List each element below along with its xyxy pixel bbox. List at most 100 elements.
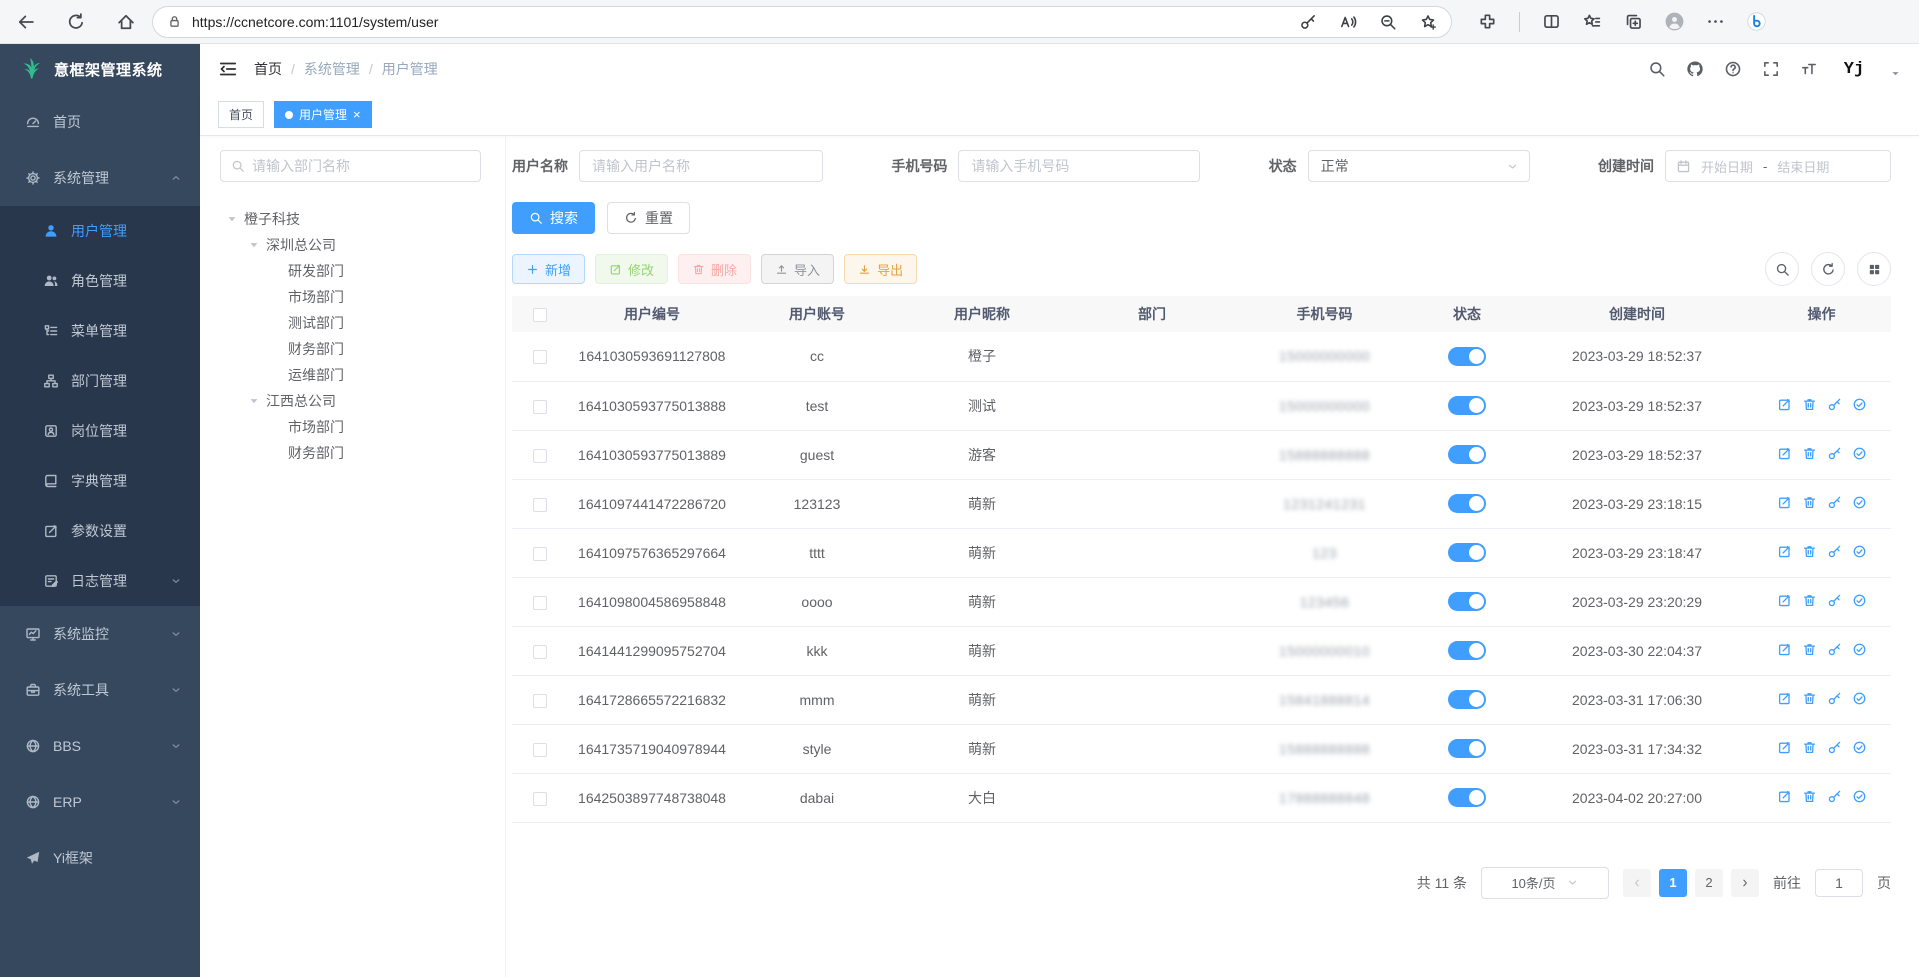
copilot-icon[interactable] <box>1747 12 1766 31</box>
search-icon[interactable] <box>1648 60 1666 78</box>
username-input[interactable] <box>579 150 823 182</box>
sidebar-item[interactable]: 用户管理 <box>0 206 200 256</box>
sidebar-item[interactable]: 日志管理 <box>0 556 200 606</box>
home-icon[interactable] <box>116 12 136 32</box>
reset-button[interactable]: 重置 <box>607 202 690 234</box>
row-checkbox[interactable] <box>533 350 547 364</box>
status-toggle[interactable] <box>1448 592 1486 611</box>
check-circle-icon[interactable] <box>1852 593 1867 608</box>
sidebar-item[interactable]: 菜单管理 <box>0 306 200 356</box>
edit-square-icon[interactable] <box>1777 544 1792 559</box>
status-toggle[interactable] <box>1448 690 1486 709</box>
date-range-picker[interactable]: 开始日期 - 结束日期 <box>1665 150 1891 182</box>
more-icon[interactable] <box>1706 12 1725 31</box>
edit-square-icon[interactable] <box>1777 691 1792 706</box>
trash-icon[interactable] <box>1802 593 1817 608</box>
grid-icon[interactable] <box>1857 252 1891 286</box>
row-checkbox[interactable] <box>533 596 547 610</box>
profile-avatar[interactable] <box>1665 12 1684 31</box>
status-toggle[interactable] <box>1448 494 1486 513</box>
trash-icon[interactable] <box>1802 691 1817 706</box>
key-icon[interactable] <box>1827 593 1842 608</box>
trash-icon[interactable] <box>1802 397 1817 412</box>
key-icon[interactable] <box>1827 642 1842 657</box>
trash-icon[interactable] <box>1802 495 1817 510</box>
row-checkbox[interactable] <box>533 645 547 659</box>
sidebar-item[interactable]: ERP <box>0 774 200 830</box>
page-size-select[interactable]: 10条/页 <box>1481 867 1609 899</box>
sidebar-item[interactable]: 系统工具 <box>0 662 200 718</box>
row-checkbox[interactable] <box>533 498 547 512</box>
zoom-out-icon[interactable] <box>1379 13 1397 31</box>
status-toggle[interactable] <box>1448 788 1486 807</box>
check-circle-icon[interactable] <box>1852 446 1867 461</box>
collections-icon[interactable] <box>1624 12 1643 31</box>
refresh-icon[interactable] <box>66 12 86 32</box>
key-icon[interactable] <box>1299 13 1317 31</box>
tree-node[interactable]: 江西总公司 <box>220 388 481 414</box>
row-checkbox[interactable] <box>533 743 547 757</box>
font-size-icon[interactable] <box>1800 60 1818 78</box>
status-toggle[interactable] <box>1448 739 1486 758</box>
edit-button[interactable]: 修改 <box>595 254 668 284</box>
row-checkbox[interactable] <box>533 694 547 708</box>
tree-node[interactable]: 财务部门 <box>220 440 481 466</box>
tab-item[interactable]: 首页 <box>218 101 264 128</box>
trash-icon[interactable] <box>1802 446 1817 461</box>
sidebar-item[interactable]: 首页 <box>0 94 200 150</box>
tree-node[interactable]: 测试部门 <box>220 310 481 336</box>
search-icon[interactable] <box>1765 252 1799 286</box>
favorites-icon[interactable] <box>1583 12 1602 31</box>
caret-down-icon[interactable] <box>248 239 260 251</box>
tree-node[interactable]: 财务部门 <box>220 336 481 362</box>
key-icon[interactable] <box>1827 691 1842 706</box>
split-screen-icon[interactable] <box>1542 12 1561 31</box>
sidebar-item[interactable]: Yi框架 <box>0 830 200 886</box>
key-icon[interactable] <box>1827 740 1842 755</box>
sidebar-item[interactable]: 系统监控 <box>0 606 200 662</box>
back-icon[interactable] <box>16 12 36 32</box>
delete-button[interactable]: 删除 <box>678 254 751 284</box>
trash-icon[interactable] <box>1802 789 1817 804</box>
tree-node[interactable]: 深圳总公司 <box>220 232 481 258</box>
fullscreen-icon[interactable] <box>1762 60 1780 78</box>
check-circle-icon[interactable] <box>1852 397 1867 412</box>
row-checkbox[interactable] <box>533 400 547 414</box>
phone-input[interactable] <box>958 150 1200 182</box>
goto-page-input[interactable] <box>1815 869 1863 897</box>
select-all-checkbox[interactable] <box>533 308 547 322</box>
sidebar-item[interactable]: 系统管理 <box>0 150 200 206</box>
sidebar-item[interactable]: 参数设置 <box>0 506 200 556</box>
status-toggle[interactable] <box>1448 396 1486 415</box>
department-search-input[interactable] <box>252 158 470 174</box>
breadcrumb-item[interactable]: 首页 <box>254 59 282 79</box>
key-icon[interactable] <box>1827 495 1842 510</box>
key-icon[interactable] <box>1827 446 1842 461</box>
status-toggle[interactable] <box>1448 641 1486 660</box>
status-toggle[interactable] <box>1448 347 1486 366</box>
caret-down-icon[interactable] <box>226 213 238 225</box>
sidebar-item[interactable]: 部门管理 <box>0 356 200 406</box>
row-checkbox[interactable] <box>533 449 547 463</box>
tree-node[interactable]: 市场部门 <box>220 414 481 440</box>
key-icon[interactable] <box>1827 544 1842 559</box>
check-circle-icon[interactable] <box>1852 544 1867 559</box>
trash-icon[interactable] <box>1802 544 1817 559</box>
edit-square-icon[interactable] <box>1777 740 1792 755</box>
sidebar-item[interactable]: 角色管理 <box>0 256 200 306</box>
sidebar-item[interactable]: BBS <box>0 718 200 774</box>
key-icon[interactable] <box>1827 397 1842 412</box>
github-icon[interactable] <box>1686 60 1704 78</box>
tree-node[interactable]: 运维部门 <box>220 362 481 388</box>
breadcrumb-item[interactable]: 系统管理 <box>304 59 360 79</box>
key-icon[interactable] <box>1827 789 1842 804</box>
question-icon[interactable] <box>1724 60 1742 78</box>
read-aloud-icon[interactable] <box>1339 13 1357 31</box>
check-circle-icon[interactable] <box>1852 691 1867 706</box>
refresh-icon[interactable] <box>1811 252 1845 286</box>
caret-down-icon[interactable] <box>248 395 260 407</box>
check-circle-icon[interactable] <box>1852 789 1867 804</box>
next-page-button[interactable] <box>1731 869 1759 897</box>
check-circle-icon[interactable] <box>1852 495 1867 510</box>
search-button[interactable]: 搜索 <box>512 202 595 234</box>
